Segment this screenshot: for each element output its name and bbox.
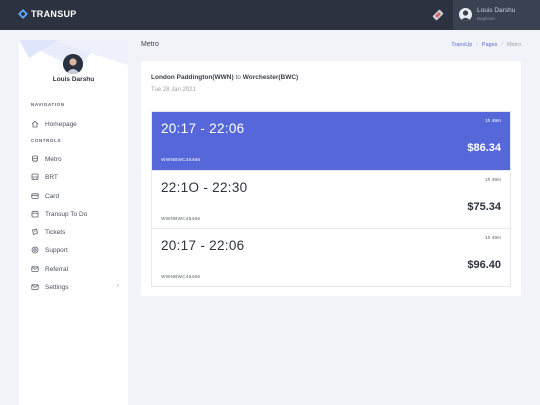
breadcrumb-separator: / [476, 42, 478, 48]
calendar-icon [31, 210, 39, 218]
trip-option[interactable]: 22:1O - 22:30 1h 49m $75.34 WWNBWC45466 [152, 170, 510, 228]
trip-duration: 1h 49m [485, 119, 501, 124]
sidebar-item-label: Metro [45, 155, 62, 163]
avatar [459, 8, 472, 21]
section-label-controls: CONTROLS [31, 138, 62, 143]
sidebar-item-referral[interactable]: Referral [31, 263, 119, 275]
breadcrumb-link-transup[interactable]: TransUp [451, 42, 472, 48]
sidebar-item-settings[interactable]: Settings › [31, 281, 119, 293]
mail-icon [31, 266, 39, 272]
route-destination: Worchester(BWC) [242, 74, 299, 81]
sidebar-item-label: Homepage [45, 120, 77, 128]
bus-icon [31, 173, 39, 180]
trip-code: WWNBWC45466 [161, 217, 201, 222]
brand-logo[interactable]: TRANSUP [18, 9, 77, 19]
trip-price: $86.34 [467, 142, 501, 154]
metro-results-card: London Paddington(WWN) to Worchester(BWC… [141, 61, 521, 296]
route-origin: London Paddington(WWN) [151, 74, 234, 81]
sidebar-item-support[interactable]: Support [31, 244, 119, 256]
trip-time: 22:1O - 22:30 [161, 180, 248, 195]
trip-time: 20:17 - 22:06 [161, 121, 245, 136]
sidebar-item-transup-to-do[interactable]: Transup To Do [31, 208, 119, 220]
sidebar-item-label: Card [45, 192, 60, 200]
section-label-navigation: NAVIGATION [31, 102, 65, 107]
trip-code: WWNBWC45466 [161, 275, 201, 280]
sidebar-item-label: Referral [45, 265, 69, 273]
chevron-right-icon: › [117, 283, 119, 289]
breadcrumb-link-pages[interactable]: Pages [482, 42, 498, 48]
sidebar-item-brt[interactable]: BRT [31, 171, 119, 183]
train-icon [32, 155, 38, 163]
trip-duration: 1h 49m [485, 178, 501, 183]
sidebar-item-tickets[interactable]: Tickets [31, 226, 119, 238]
ticket-icon [32, 228, 38, 236]
page-title: Metro [141, 41, 159, 48]
trip-duration: 1h 49m [485, 236, 501, 241]
travel-date: Tue 28 Jan 2021 [151, 87, 196, 93]
home-icon [31, 120, 39, 128]
profile-name: Louis Darshu [52, 76, 95, 83]
trip-list: 20:17 - 22:06 1h 49m $86.34 WWNBWC45466 … [151, 111, 511, 287]
route-summary: London Paddington(WWN) to Worchester(BWC… [151, 74, 298, 81]
top-bar: TRANSUP Louis Darshu Beginner [0, 0, 540, 30]
sidebar-item-label: Support [45, 246, 68, 254]
ticket-icon[interactable] [430, 7, 446, 23]
trip-price: $96.40 [467, 259, 501, 271]
user-name: Louis Darshu [477, 7, 516, 14]
sidebar-item-card[interactable]: Card [31, 190, 119, 202]
profile-avatar[interactable] [63, 54, 83, 74]
breadcrumb-separator: / [501, 42, 503, 48]
user-menu[interactable]: Louis Darshu Beginner [453, 0, 540, 30]
route-to-word: to [235, 74, 241, 81]
sidebar-item-label: Settings [45, 283, 69, 291]
support-icon [31, 246, 39, 254]
trip-price: $75.34 [467, 201, 501, 213]
sidebar-item-label: Tickets [45, 228, 66, 236]
breadcrumb: TransUp / Pages / Metro [451, 42, 521, 48]
trip-option[interactable]: 20:17 - 22:06 1h 49m $86.34 WWNBWC45466 [152, 112, 510, 170]
mail-icon [31, 284, 39, 290]
user-role: Beginner [477, 16, 496, 21]
trip-code: WWNBWC45466 [161, 158, 201, 163]
breadcrumb-current: Metro [506, 42, 521, 48]
brand-name: TRANSUP [31, 9, 77, 19]
sidebar-item-metro[interactable]: Metro [31, 153, 119, 165]
sidebar-item-homepage[interactable]: Homepage [31, 118, 119, 130]
logo-icon [18, 9, 28, 19]
card-icon [31, 193, 39, 199]
trip-time: 20:17 - 22:06 [161, 238, 245, 253]
sidebar: Louis Darshu NAVIGATION Homepage CONTROL… [19, 40, 128, 405]
sidebar-item-label: BRT [45, 173, 58, 181]
trip-option[interactable]: 20:17 - 22:06 1h 49m $96.40 WWNBWC45466 [152, 228, 510, 286]
sidebar-item-label: Transup To Do [45, 210, 88, 218]
